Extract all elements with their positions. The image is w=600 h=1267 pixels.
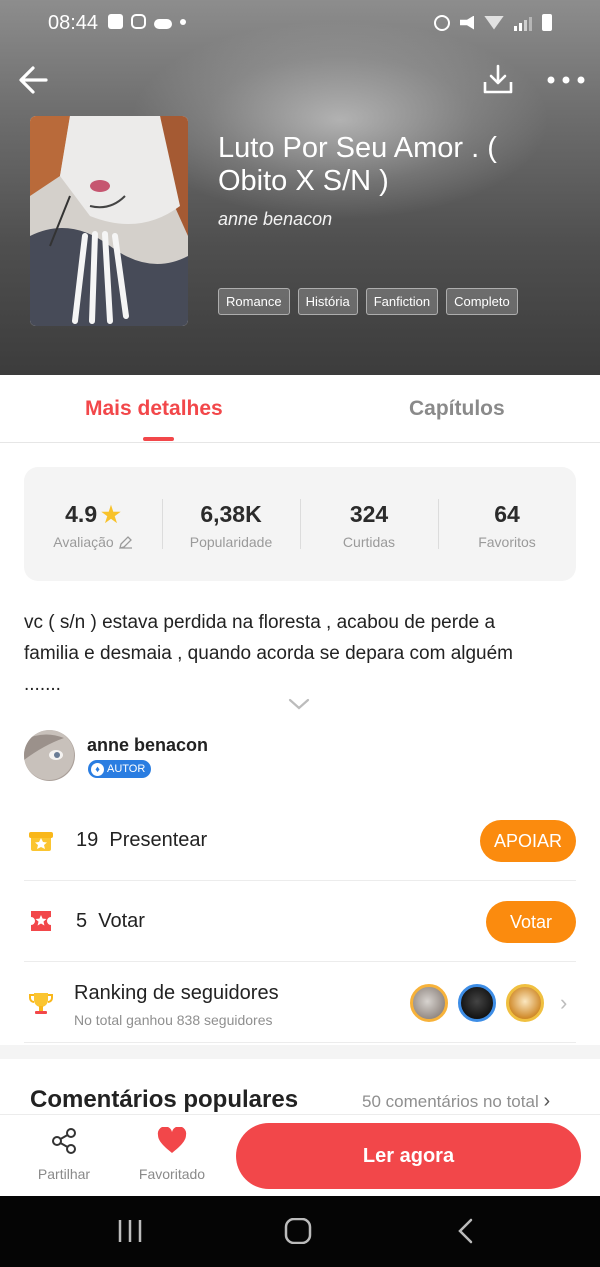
edit-icon — [118, 535, 132, 549]
story-description: vc ( s/n ) estava perdida na floresta , … — [24, 612, 514, 695]
mute-icon — [460, 15, 474, 30]
ticket-icon — [31, 911, 51, 931]
ranking-title: Ranking de seguidores — [74, 982, 279, 1004]
notification-icons — [108, 14, 186, 29]
star-icon: ★ — [101, 501, 121, 527]
wifi-icon — [484, 15, 504, 30]
author-row[interactable]: anne benacon ♦ AUTOR — [24, 730, 576, 782]
follower-ranking-row[interactable]: Ranking de seguidores No total ganhou 83… — [24, 962, 576, 1043]
vote-row: 5 Votar Votar — [24, 881, 576, 962]
tab-chapters[interactable]: Capítulos — [409, 397, 505, 421]
download-icon — [483, 64, 513, 94]
gift-label: Presentear — [109, 829, 208, 851]
stat-favorites: 64 Favoritos — [438, 467, 576, 581]
favorites-label: Favoritos — [478, 534, 536, 550]
gift-count: 19 — [76, 829, 99, 851]
stat-rating[interactable]: 4.9 ★ Avaliação — [24, 467, 162, 581]
tag-fanfiction[interactable]: Fanfiction — [365, 288, 439, 315]
home-icon — [284, 1217, 312, 1245]
support-button[interactable]: APOIAR — [479, 820, 576, 862]
dot-icon — [180, 18, 186, 25]
droplet-icon: ♦ — [91, 762, 104, 776]
bottom-action-bar: Partilhar Favoritado Ler agora — [0, 1114, 600, 1196]
story-title: Luto Por Seu Amor . ( Obito X S/N ) — [218, 132, 497, 197]
follower-avatar — [458, 984, 496, 1022]
tag-completo[interactable]: Completo — [446, 288, 518, 315]
download-button[interactable] — [478, 60, 518, 100]
stat-likes: 324 Curtidas — [300, 467, 438, 581]
alarm-icon — [434, 14, 450, 31]
trophy-icon — [29, 993, 53, 1014]
popularity-label: Popularidade — [189, 534, 273, 550]
author-badge: ♦ AUTOR — [88, 760, 152, 778]
gift-row: 19 Presentear APOIAR — [24, 800, 576, 881]
author-badge-label: AUTOR — [107, 763, 146, 775]
vote-label: Votar — [98, 910, 145, 932]
chevron-down-icon — [288, 698, 310, 710]
tag-romance[interactable]: Romance — [218, 288, 290, 315]
tab-bar: Mais detalhes Capítulos — [0, 375, 600, 443]
author-name[interactable]: anne benacon — [87, 735, 208, 756]
instagram-icon — [131, 14, 146, 29]
expand-description-button[interactable] — [288, 697, 310, 711]
system-navigation-bar — [0, 1196, 600, 1267]
status-time: 08:44 — [48, 12, 99, 34]
vote-text: 5 Votar — [76, 910, 145, 933]
ranking-subtitle: No total ganhou 838 seguidores — [74, 1012, 273, 1028]
gift-icon — [29, 832, 53, 851]
comments-total: 50 comentários no total — [362, 1092, 539, 1111]
system-back-button[interactable] — [456, 1218, 476, 1249]
cloud-icon — [154, 18, 172, 29]
likes-label: Curtidas — [342, 534, 396, 550]
tag-historia[interactable]: História — [297, 288, 358, 315]
share-button[interactable]: Partilhar — [24, 1127, 104, 1182]
back-icon — [19, 66, 48, 94]
status-bar: 08:44 — [0, 0, 600, 48]
vote-count: 5 — [76, 910, 88, 932]
tag-list: Romance História Fanfiction Completo — [218, 288, 518, 315]
home-button[interactable] — [284, 1217, 312, 1249]
favorite-label: Favoritado — [138, 1166, 206, 1182]
favorite-button[interactable]: Favoritado — [132, 1126, 212, 1182]
favorites-value: 64 — [494, 501, 520, 527]
share-label: Partilhar — [37, 1166, 91, 1182]
popularity-value: 6,38K — [200, 501, 262, 527]
gallery-icon — [108, 14, 123, 29]
story-author[interactable]: anne benacon — [218, 209, 332, 230]
back-chevron-icon — [458, 1218, 473, 1244]
stat-popularity: 6,38K Popularidade — [162, 467, 300, 581]
rating-value: 4.9 — [65, 501, 98, 527]
read-now-button[interactable]: Ler agora — [236, 1123, 581, 1189]
active-tab-indicator — [143, 437, 174, 441]
more-button[interactable] — [544, 62, 588, 98]
story-header: 08:44 Luto Por Seu Amor . (Obito X S/N … — [0, 0, 600, 375]
story-cover[interactable] — [30, 116, 188, 326]
recent-apps-button[interactable] — [116, 1218, 144, 1249]
battery-icon — [542, 14, 552, 31]
vote-button[interactable]: Votar — [486, 901, 576, 943]
signal-icon — [514, 15, 532, 31]
system-icons — [434, 14, 552, 31]
gift-text: 19 Presentear — [76, 829, 207, 852]
share-icon — [52, 1128, 76, 1154]
follower-avatar — [506, 984, 544, 1022]
chevron-right-icon: › — [560, 990, 568, 1015]
recent-apps-icon — [118, 1220, 142, 1242]
back-button[interactable] — [14, 60, 54, 100]
likes-value: 324 — [349, 501, 389, 527]
comments-total-link[interactable]: 50 comentários no total › — [362, 1090, 550, 1113]
cover-illustration — [30, 116, 188, 326]
stats-card: 4.9 ★ Avaliação 6,38K Popularidade 324 Cu… — [24, 467, 576, 581]
follower-avatar — [410, 984, 448, 1022]
heart-icon — [157, 1126, 187, 1153]
comments-title: Comentários populares — [30, 1086, 299, 1113]
rating-label: Avaliação — [53, 534, 114, 550]
section-divider — [0, 1045, 600, 1059]
more-icon — [547, 76, 585, 84]
chevron-right-icon: › — [543, 1090, 551, 1112]
avatar-image — [24, 730, 74, 780]
author-avatar[interactable] — [24, 730, 75, 781]
tab-details[interactable]: Mais detalhes — [85, 397, 223, 421]
